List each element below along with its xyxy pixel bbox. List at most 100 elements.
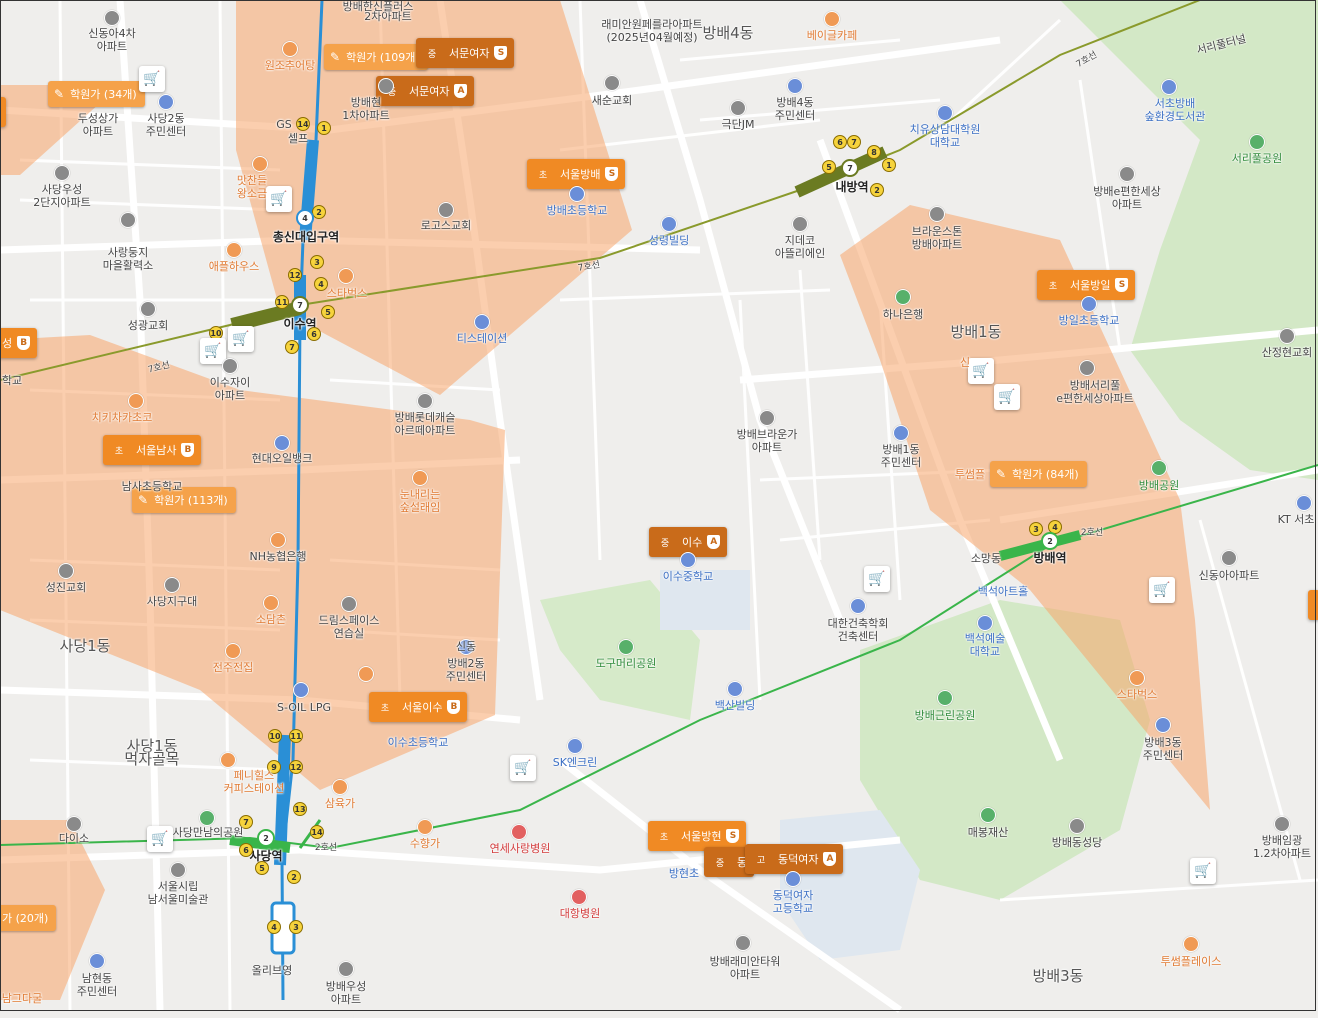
- mountain-icon[interactable]: [980, 807, 996, 823]
- gas-station-icon[interactable]: [567, 738, 583, 754]
- community-center-icon[interactable]: [158, 94, 174, 110]
- mart-icon[interactable]: 🛒: [147, 826, 173, 852]
- cafe-icon[interactable]: [338, 268, 354, 284]
- hospital-icon[interactable]: [571, 889, 587, 905]
- community-center-icon[interactable]: [1155, 717, 1171, 733]
- apartment-icon[interactable]: [1274, 816, 1290, 832]
- mart-icon[interactable]: 🛒: [266, 186, 292, 212]
- mart-icon[interactable]: 🛒: [864, 566, 890, 592]
- restaurant-icon[interactable]: [282, 41, 298, 57]
- apartment-icon[interactable]: [222, 358, 238, 374]
- exit-6-naebang: 6: [833, 135, 847, 149]
- school-icon[interactable]: [680, 552, 696, 568]
- apartment-icon[interactable]: [104, 10, 120, 26]
- community-center-icon[interactable]: [893, 425, 909, 441]
- academy-chip-2[interactable]: ✎ 학원가 (109개): [324, 44, 428, 70]
- cafe-icon[interactable]: [220, 752, 236, 768]
- apartment-icon[interactable]: [378, 78, 394, 94]
- station-bangbae[interactable]: 방배역: [1033, 552, 1066, 565]
- building-icon[interactable]: [850, 598, 866, 614]
- restaurant-icon[interactable]: [252, 156, 268, 172]
- station-chongshin[interactable]: 총신대입구역: [273, 231, 339, 244]
- apartment-icon[interactable]: [1079, 360, 1095, 376]
- building-icon[interactable]: [120, 212, 136, 228]
- church-icon[interactable]: [1279, 328, 1295, 344]
- apartment-icon[interactable]: [735, 935, 751, 951]
- church-icon[interactable]: [58, 563, 74, 579]
- mart-icon[interactable]: 🛒: [1190, 858, 1216, 884]
- place-label: 방배4동 주민센터: [774, 96, 816, 122]
- station-naebang[interactable]: 내방역: [835, 181, 868, 194]
- school-chip-right-edge[interactable]: [1308, 590, 1318, 620]
- theater-icon[interactable]: [730, 100, 746, 116]
- park-icon[interactable]: [1249, 134, 1265, 150]
- park-icon[interactable]: [1151, 460, 1167, 476]
- church-icon[interactable]: [1069, 818, 1085, 834]
- apartment-icon[interactable]: [417, 393, 433, 409]
- cafe-icon[interactable]: [1129, 670, 1145, 686]
- church-icon[interactable]: [438, 202, 454, 218]
- restaurant-icon[interactable]: [225, 643, 241, 659]
- park-icon[interactable]: [199, 810, 215, 826]
- school-chip-seoulisu[interactable]: 초 서울이수 B: [369, 692, 468, 722]
- apartment-icon[interactable]: [1221, 550, 1237, 566]
- restaurant-icon[interactable]: [358, 666, 374, 682]
- apartment-icon[interactable]: [759, 410, 775, 426]
- restaurant-icon[interactable]: [226, 242, 242, 258]
- school-icon[interactable]: [1081, 296, 1097, 312]
- apartment-icon[interactable]: [1119, 166, 1135, 182]
- church-icon[interactable]: [604, 75, 620, 91]
- library-icon[interactable]: [1161, 79, 1177, 95]
- park-icon[interactable]: [937, 690, 953, 706]
- school-chip-seoulnamsa[interactable]: 초 서울남사 B: [103, 435, 202, 465]
- restaurant-icon[interactable]: [412, 470, 428, 486]
- building-icon[interactable]: [661, 216, 677, 232]
- cafe-icon[interactable]: [1183, 936, 1199, 952]
- bank-icon[interactable]: [270, 532, 286, 548]
- restaurant-icon[interactable]: [417, 819, 433, 835]
- building-icon[interactable]: [727, 681, 743, 697]
- community-center-icon[interactable]: [89, 953, 105, 969]
- park-icon[interactable]: [618, 639, 634, 655]
- building-icon[interactable]: [341, 596, 357, 612]
- school-chip-seomun-s[interactable]: 중 서문여자 S: [416, 38, 515, 68]
- mart-icon[interactable]: 🛒: [139, 66, 165, 92]
- restaurant-icon[interactable]: [332, 779, 348, 795]
- school-icon[interactable]: [569, 186, 585, 202]
- mart-icon[interactable]: 🛒: [200, 338, 226, 364]
- bank-icon[interactable]: [895, 289, 911, 305]
- mart-icon[interactable]: 🛒: [510, 755, 536, 781]
- school-chip-left-edge[interactable]: [0, 97, 6, 127]
- station-sadang[interactable]: 사당역: [249, 850, 282, 863]
- apartment-icon[interactable]: [929, 206, 945, 222]
- service-icon[interactable]: [474, 314, 490, 330]
- apartment-icon[interactable]: [338, 961, 354, 977]
- school-chip-edge[interactable]: 성B: [0, 328, 38, 358]
- community-center-icon[interactable]: [787, 78, 803, 94]
- shop-icon[interactable]: [66, 816, 82, 832]
- cafe-icon[interactable]: [824, 11, 840, 27]
- school-chip-seoulbangbae[interactable]: 초 서울방배 S: [527, 159, 626, 189]
- school-icon[interactable]: [785, 871, 801, 887]
- mart-icon[interactable]: 🛒: [1149, 577, 1175, 603]
- telecom-icon[interactable]: [1296, 495, 1312, 511]
- gas-station-icon[interactable]: [293, 682, 309, 698]
- apartment-icon[interactable]: [54, 165, 70, 181]
- school-icon[interactable]: [977, 615, 993, 631]
- gas-station-icon[interactable]: [274, 435, 290, 451]
- mart-icon[interactable]: 🛒: [228, 326, 254, 352]
- academy-chip-1[interactable]: ✎ 학원가 (34개): [48, 81, 145, 107]
- academy-chip-4[interactable]: ✎ 학원가 (84개): [990, 461, 1087, 487]
- hospital-icon[interactable]: [511, 824, 527, 840]
- restaurant-icon[interactable]: [128, 393, 144, 409]
- building-icon[interactable]: [792, 216, 808, 232]
- church-icon[interactable]: [140, 301, 156, 317]
- museum-icon[interactable]: [170, 862, 186, 878]
- restaurant-icon[interactable]: [263, 595, 279, 611]
- mart-icon[interactable]: 🛒: [994, 384, 1020, 410]
- police-icon[interactable]: [164, 577, 180, 593]
- mart-icon[interactable]: 🛒: [968, 358, 994, 384]
- academy-chip-5[interactable]: 가 (20개): [0, 905, 57, 931]
- school-icon[interactable]: [937, 105, 953, 121]
- school-chip-dongduk[interactable]: 고 동덕여자 A: [745, 844, 844, 874]
